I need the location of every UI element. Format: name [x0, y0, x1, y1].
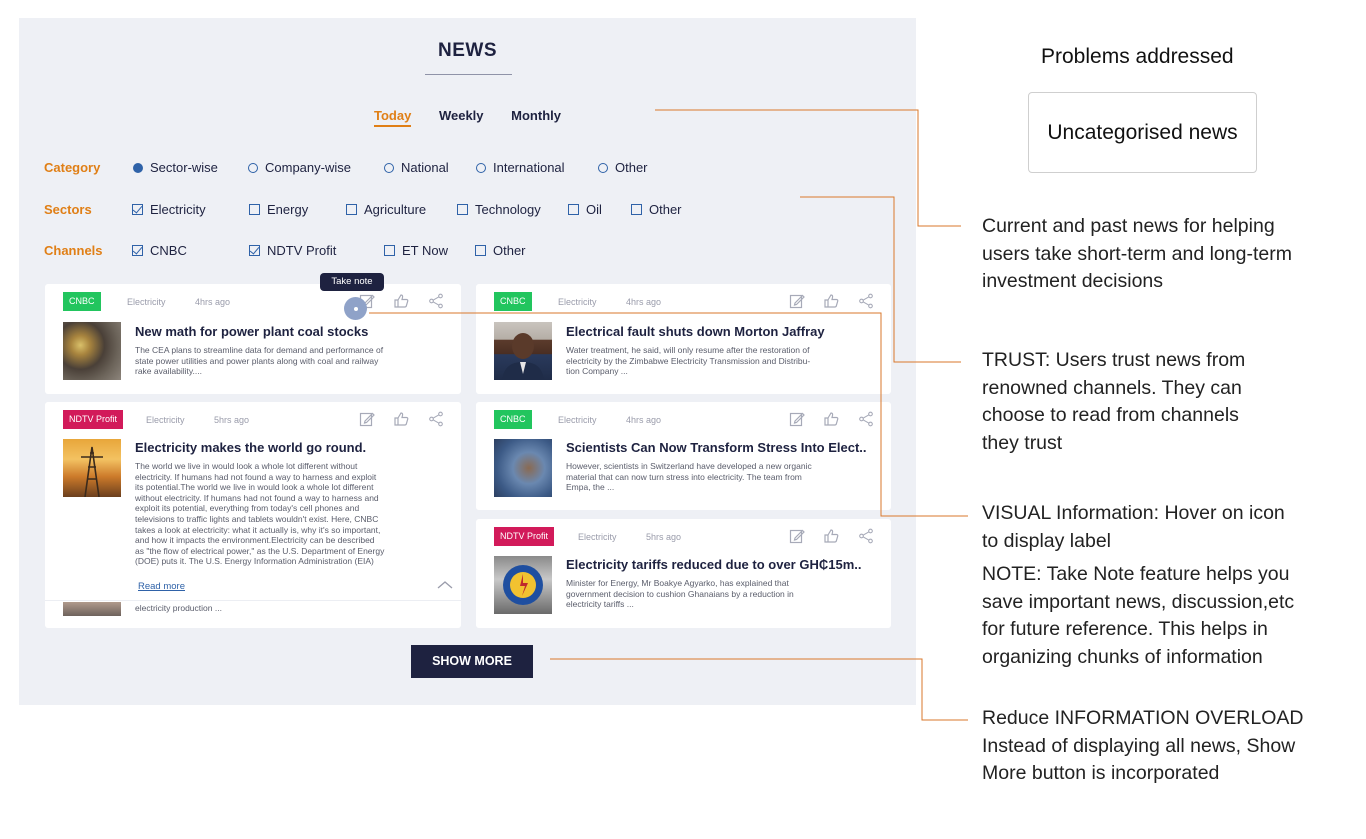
annotation-connectors	[369, 109, 968, 721]
connector-take-note	[369, 312, 968, 517]
connector-periods	[655, 109, 961, 227]
connector-show-more	[550, 658, 968, 721]
